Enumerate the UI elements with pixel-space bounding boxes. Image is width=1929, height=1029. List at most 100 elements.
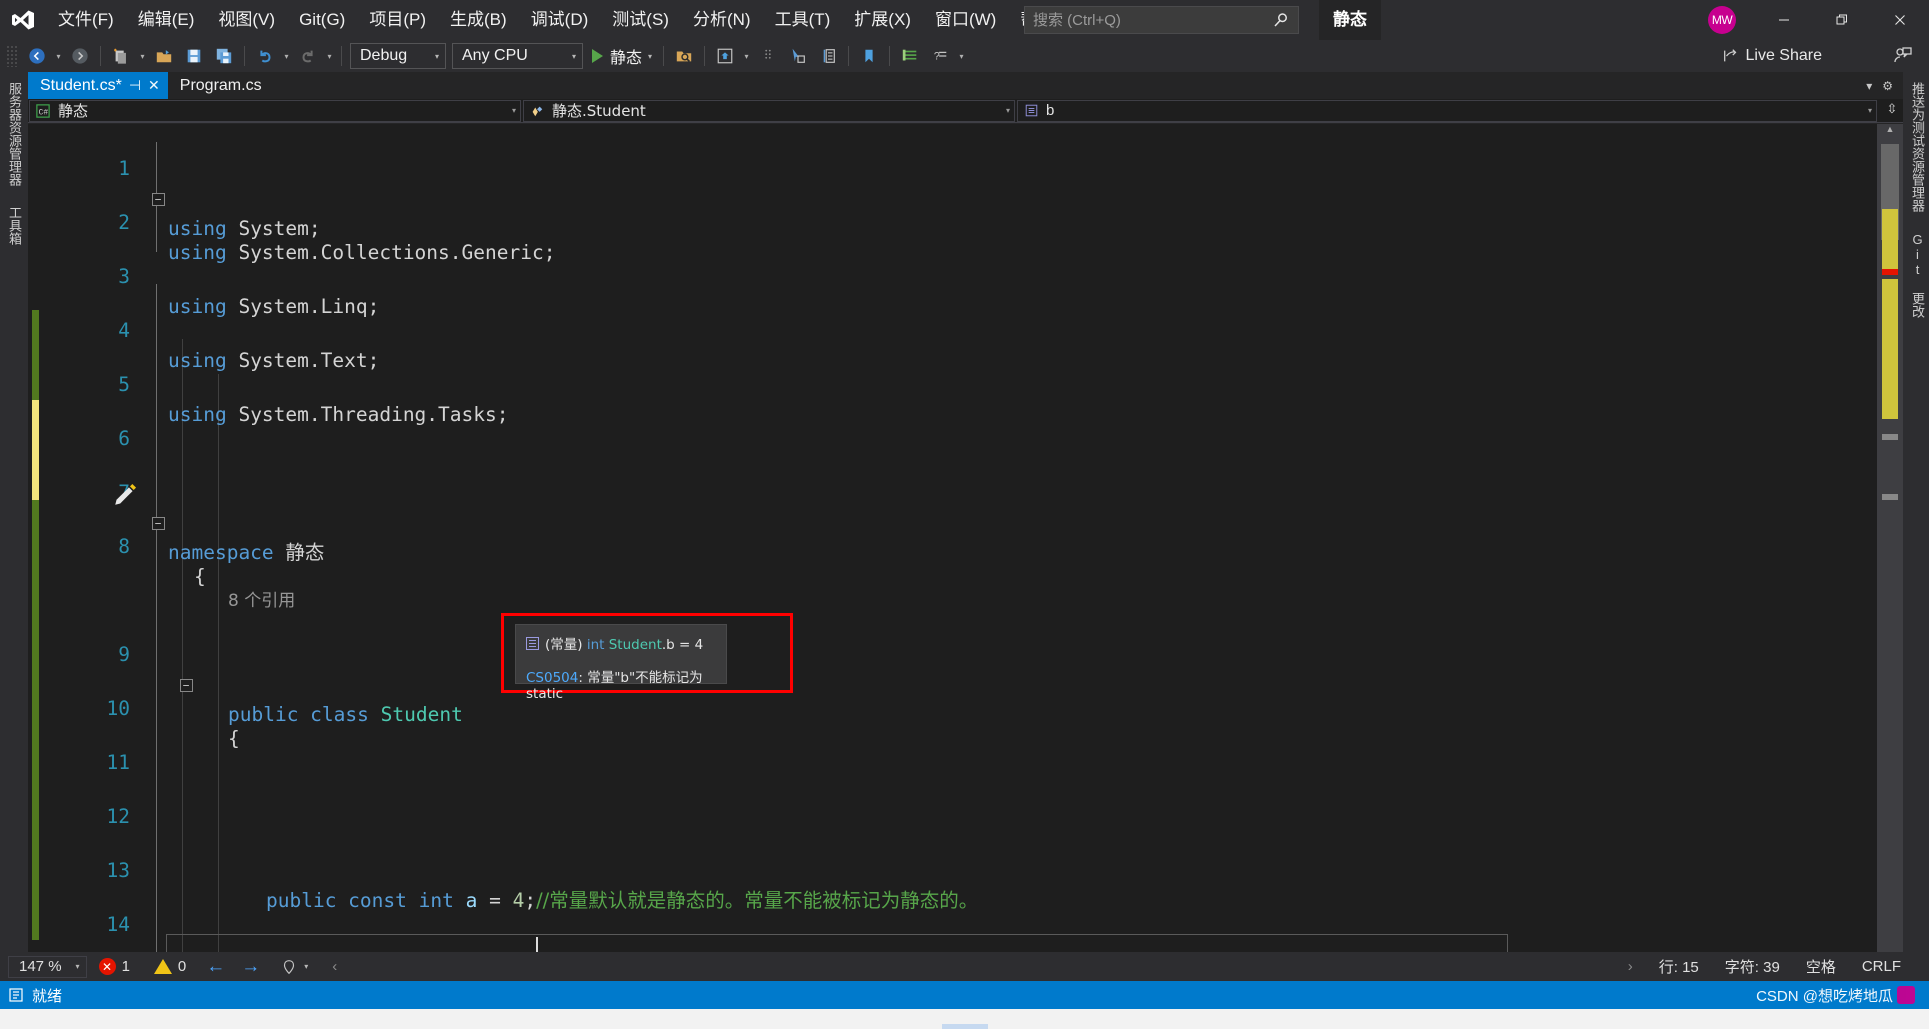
feedback-icon[interactable]	[1893, 45, 1913, 70]
watermark: CSDN @想吃烤地瓜	[1756, 985, 1929, 1006]
code-line[interactable]: 7 − namespace 静态	[28, 448, 1878, 564]
new-file-dropdown-icon[interactable]: ▾	[136, 43, 149, 69]
search-input[interactable]	[1033, 11, 1272, 29]
test-explorer-tab[interactable]: 推送为测试资源管理器	[1903, 72, 1929, 222]
live-preview-icon[interactable]	[710, 43, 740, 69]
scroll-up-icon[interactable]: ▲	[1877, 124, 1903, 141]
navigate-back-icon[interactable]	[22, 43, 52, 69]
search-box[interactable]	[1024, 6, 1299, 34]
prev-issue-icon[interactable]: ←	[198, 956, 233, 978]
minimap-marker-warning-2	[1882, 279, 1898, 419]
code-line-current[interactable]: 15 public static const int b = 4;	[28, 934, 1878, 952]
codelens-row[interactable]: 8 个引用	[28, 556, 1878, 611]
tab-student-cs[interactable]: Student.cs* ⊣ ✕	[28, 72, 168, 99]
save-all-icon[interactable]	[209, 43, 239, 69]
pin-icon[interactable]: ⊣	[129, 77, 141, 94]
tab-program-cs[interactable]: Program.cs	[168, 72, 270, 99]
status-overflow-right-icon[interactable]: ›	[1628, 958, 1633, 975]
line-ending[interactable]: CRLF	[1862, 958, 1901, 975]
menu-file[interactable]: 文件(F)	[46, 0, 126, 40]
minimize-button[interactable]	[1755, 0, 1813, 40]
code-line[interactable]: 8 {	[28, 502, 1878, 588]
menu-debug[interactable]: 调试(D)	[519, 0, 601, 40]
csharp-icon: C#	[35, 103, 51, 118]
warning-count-value: 0	[177, 958, 187, 975]
open-file-icon[interactable]	[149, 43, 179, 69]
edit-pencil-icon[interactable]	[112, 482, 138, 513]
bookmark-icon[interactable]	[854, 43, 884, 69]
project-dropdown[interactable]: C# 静态 ▾	[29, 99, 521, 122]
code-line[interactable]: 11	[28, 718, 1878, 774]
undo-icon[interactable]	[250, 43, 280, 69]
search-folder-icon[interactable]	[669, 43, 699, 69]
menu-extensions[interactable]: 扩展(X)	[842, 0, 923, 40]
code-line[interactable]: 2 using System.Collections.Generic;	[28, 178, 1878, 264]
type-dropdown[interactable]: 静态.Student ▾	[523, 99, 1015, 122]
server-explorer-tab[interactable]: 服务器资源管理器	[0, 72, 29, 196]
menu-test[interactable]: 测试(S)	[600, 0, 681, 40]
menu-tools[interactable]: 工具(T)	[763, 0, 843, 40]
code-line[interactable]: 13 public const int a = 4;//常量默认就是静态的。常量…	[28, 826, 1878, 912]
menu-view[interactable]: 视图(V)	[206, 0, 287, 40]
error-count[interactable]: ✕ 1	[87, 958, 142, 975]
code-line[interactable]: 6	[28, 394, 1878, 450]
select-element-icon[interactable]	[783, 43, 813, 69]
restore-button[interactable]	[1813, 0, 1871, 40]
zoom-combo[interactable]: 147 % ▾	[8, 955, 87, 978]
indent-mode[interactable]: 空格	[1806, 956, 1836, 977]
watermark-text: CSDN @想吃烤地瓜	[1756, 987, 1893, 1005]
menu-analyze[interactable]: 分析(N)	[681, 0, 763, 40]
code-line[interactable]: 1 − using System;	[28, 124, 1878, 240]
code-line[interactable]: 12	[28, 772, 1878, 828]
tab-settings-icon[interactable]: ⚙	[1882, 79, 1893, 93]
toolbar-grip[interactable]	[6, 45, 18, 67]
code-line[interactable]: 5 using System.Threading.Tasks;	[28, 340, 1878, 426]
git-changes-tab[interactable]: Git 更改	[1903, 222, 1929, 328]
document-outline-icon[interactable]	[813, 43, 843, 69]
vertical-scrollbar[interactable]: ▲	[1877, 124, 1903, 952]
menu-edit[interactable]: 编辑(E)	[126, 0, 207, 40]
status-ready-group: 就绪	[0, 985, 62, 1006]
tab-list-chevron-icon[interactable]: ▾	[1866, 79, 1872, 93]
new-file-icon[interactable]	[106, 43, 136, 69]
toolbar-overflow-grip[interactable]	[753, 43, 783, 69]
menu-window[interactable]: 窗口(W)	[923, 0, 1008, 40]
toolbar-separator-3	[341, 46, 342, 66]
code-line[interactable]: 4 using System.Text;	[28, 286, 1878, 372]
warning-count[interactable]: 0	[142, 958, 198, 975]
menu-git[interactable]: Git(G)	[287, 0, 357, 40]
avatar[interactable]: MW	[1708, 6, 1736, 34]
toolbox-tab[interactable]: 工具箱	[0, 196, 29, 255]
navigate-forward-icon[interactable]	[65, 43, 95, 69]
redo-icon[interactable]	[293, 43, 323, 69]
menu-build[interactable]: 生成(B)	[438, 0, 519, 40]
code-line[interactable]: 14	[28, 880, 1878, 936]
member-dropdown[interactable]: b ▾	[1017, 99, 1877, 122]
code-editor[interactable]: 1 − using System; 2 using System.Collect…	[28, 124, 1878, 952]
menu-project[interactable]: 项目(P)	[357, 0, 438, 40]
start-debug-button[interactable]: 静态 ▾	[586, 43, 658, 69]
comment-lines-icon[interactable]	[895, 43, 925, 69]
intellisense-status-icon[interactable]: ▾	[268, 958, 320, 976]
code-line[interactable]: 9 − public class Student	[28, 610, 1878, 726]
minimap-marker-info	[1882, 434, 1898, 440]
close-icon[interactable]: ✕	[148, 77, 160, 94]
next-issue-icon[interactable]: →	[233, 956, 268, 978]
platform-combo[interactable]: Any CPU ▾	[452, 43, 583, 69]
code-line[interactable]: 10 {	[28, 664, 1878, 750]
error-tooltip: (常量) int Student.b = 4 CS0504: 常量"b"不能标记…	[515, 624, 727, 702]
undo-dropdown-icon[interactable]: ▾	[280, 43, 293, 69]
redo-dropdown-icon[interactable]: ▾	[323, 43, 336, 69]
split-editor-icon[interactable]: ⇳	[1883, 101, 1901, 117]
navigate-back-dropdown-icon[interactable]: ▾	[52, 43, 65, 69]
code-line[interactable]: 3 using System.Linq;	[28, 232, 1878, 318]
chevron-down-icon: ▾	[434, 51, 439, 61]
build-configuration-combo[interactable]: Debug ▾	[350, 43, 446, 69]
live-preview-dropdown-icon[interactable]: ▾	[740, 43, 753, 69]
status-overflow-icon[interactable]: ‹	[320, 958, 349, 975]
toolbar-more-icon[interactable]: ▾	[955, 43, 968, 69]
close-button[interactable]	[1871, 0, 1929, 40]
uncomment-lines-icon[interactable]: ?	[925, 43, 955, 69]
save-icon[interactable]	[179, 43, 209, 69]
live-share-button[interactable]: Live Share	[1722, 43, 1822, 69]
